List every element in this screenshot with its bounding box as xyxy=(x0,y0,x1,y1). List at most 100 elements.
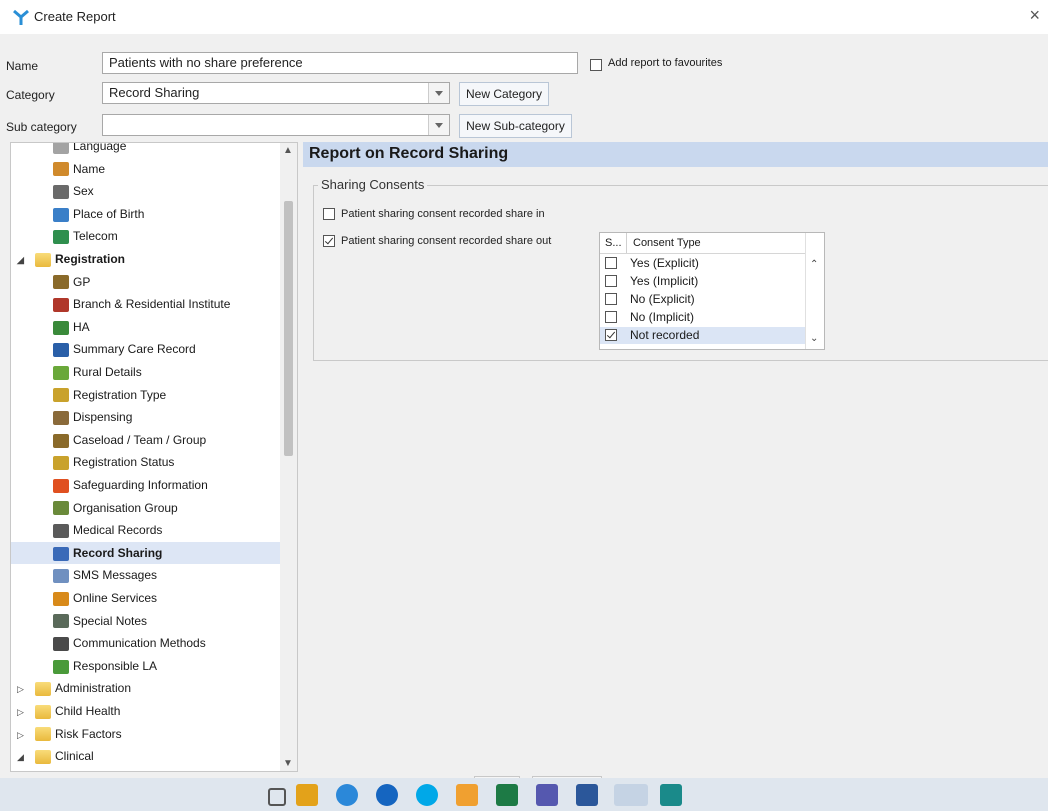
form-icon xyxy=(53,388,69,403)
consent-checkbox[interactable] xyxy=(605,329,617,341)
window-title: Create Report xyxy=(34,9,116,24)
list-item[interactable]: No (Implicit) xyxy=(600,309,806,326)
tree-item-label: Summary Care Record xyxy=(73,342,196,357)
share-in-checkbox[interactable] xyxy=(323,208,335,221)
app-logo-icon xyxy=(13,9,29,25)
task-view-icon[interactable] xyxy=(268,788,286,806)
share-out-checkbox[interactable] xyxy=(323,235,335,248)
outlook-icon[interactable] xyxy=(456,784,478,806)
tree-item-communication-methods[interactable]: Communication Methods xyxy=(53,632,206,654)
file-explorer-icon[interactable] xyxy=(296,784,318,806)
chevron-down-icon[interactable] xyxy=(428,115,449,135)
tree-item-caseload-team-group[interactable]: Caseload / Team / Group xyxy=(53,429,206,451)
tree-item-registration-type[interactable]: Registration Type xyxy=(53,384,166,406)
share-in-option[interactable]: Patient sharing consent recorded share i… xyxy=(323,208,545,221)
chevron-down-icon[interactable]: ⌄ xyxy=(810,333,818,344)
subcategory-select[interactable] xyxy=(102,114,450,136)
app-icon[interactable] xyxy=(660,784,682,806)
tree-scrollbar[interactable]: ▲ ▼ xyxy=(280,143,297,771)
tree-item-online-services[interactable]: Online Services xyxy=(53,587,157,609)
column-header-consent-type[interactable]: Consent Type xyxy=(626,233,701,253)
new-category-button[interactable]: New Category xyxy=(459,82,549,106)
tree-item-name[interactable]: Name xyxy=(53,158,105,180)
tree-item-risk-factors[interactable]: ▷ Risk Factors xyxy=(17,723,122,745)
tree-item-registration-status[interactable]: Registration Status xyxy=(53,451,174,473)
share-out-option[interactable]: Patient sharing consent recorded share o… xyxy=(323,235,551,248)
name-input[interactable]: Patients with no share preference xyxy=(102,52,578,74)
list-item[interactable]: No (Explicit) xyxy=(600,291,806,308)
bottle-icon xyxy=(53,411,69,426)
tree-item-child-health[interactable]: ▷ Child Health xyxy=(17,700,120,722)
tree-item-responsible-la[interactable]: Responsible LA xyxy=(53,655,157,677)
scrollbar-thumb[interactable] xyxy=(284,201,293,456)
tree-item-label: Record Sharing xyxy=(73,545,163,560)
tree-item-rural-details[interactable]: Rural Details xyxy=(53,361,142,383)
favourites-checkbox[interactable] xyxy=(590,57,602,71)
collapsed-arrow-icon[interactable]: ▷ xyxy=(17,724,29,746)
consent-checkbox[interactable] xyxy=(605,311,617,323)
browser-icon[interactable] xyxy=(376,784,398,806)
chevron-up-icon[interactable]: ⌃ xyxy=(810,259,818,270)
column-header-selected[interactable]: S... xyxy=(605,233,622,253)
tree-item-special-notes[interactable]: Special Notes xyxy=(53,610,147,632)
tree-item-record-sharing[interactable]: Record Sharing xyxy=(11,541,297,564)
edge-icon[interactable] xyxy=(336,784,358,806)
tree-item-ha[interactable]: HA xyxy=(53,316,90,338)
consent-type-list[interactable]: S... Consent Type Yes (Explicit) Yes (Imp… xyxy=(599,232,825,350)
emis-app-icon[interactable] xyxy=(614,784,648,806)
tree-item-branch-residential-institute[interactable]: Branch & Residential Institute xyxy=(53,293,230,315)
tree-item-label: Risk Factors xyxy=(55,726,122,741)
pen-icon xyxy=(53,637,69,652)
close-icon[interactable]: × xyxy=(1029,5,1040,26)
tree-item-dispensing[interactable]: Dispensing xyxy=(53,406,132,428)
excel-icon[interactable] xyxy=(496,784,518,806)
tree-item-label: Registration xyxy=(55,252,126,266)
category-tree[interactable]: Language Name Sex Place of Birth Telecom ◢ Reg… xyxy=(10,142,298,772)
tree-item-administration[interactable]: ▷ Administration xyxy=(17,677,131,699)
tree-item-organisation-group[interactable]: Organisation Group xyxy=(53,497,178,519)
form-icon xyxy=(53,456,69,471)
word-icon[interactable] xyxy=(576,784,598,806)
collapsed-arrow-icon[interactable]: ▷ xyxy=(17,678,29,700)
teams-icon[interactable] xyxy=(536,784,558,806)
tree-item-telecom[interactable]: Telecom xyxy=(53,225,118,247)
list-scrollbar[interactable]: ⌃ ⌄ xyxy=(805,233,824,349)
collapsed-arrow-icon[interactable]: ▷ xyxy=(17,701,29,723)
list-item[interactable]: Yes (Implicit) xyxy=(600,273,806,290)
scroll-down-icon[interactable]: ▼ xyxy=(283,758,293,769)
consent-checkbox[interactable] xyxy=(605,293,617,305)
tree-item-language[interactable]: Language xyxy=(53,143,126,157)
tree-item-summary-care-record[interactable]: Summary Care Record xyxy=(53,338,196,360)
favourites-check-icon[interactable] xyxy=(590,58,602,71)
tree-item-safeguarding-information[interactable]: Safeguarding Information xyxy=(53,474,208,496)
person-icon xyxy=(53,275,69,290)
tree-item-gp[interactable]: GP xyxy=(53,271,90,293)
tree-item-medical-records[interactable]: Medical Records xyxy=(53,519,162,541)
panel-title: Report on Record Sharing xyxy=(309,145,509,162)
tree-item-label: Dispensing xyxy=(73,410,133,425)
new-subcategory-button[interactable]: New Sub-category xyxy=(459,114,572,138)
consent-checkbox[interactable] xyxy=(605,257,617,269)
category-select[interactable]: Record Sharing xyxy=(102,82,450,104)
consent-label: Yes (Implicit) xyxy=(630,274,699,288)
building-icon xyxy=(53,298,69,313)
expanded-arrow-icon[interactable]: ◢ xyxy=(17,746,29,768)
tree-item-label: Organisation Group xyxy=(73,500,178,515)
organisation-icon xyxy=(53,501,69,516)
skype-icon[interactable] xyxy=(416,784,438,806)
online-icon xyxy=(53,591,69,606)
tree-item-clinical[interactable]: ◢ Clinical xyxy=(17,745,94,767)
tree-item-registration[interactable]: ◢ Registration xyxy=(17,248,125,270)
chevron-down-icon[interactable] xyxy=(428,83,449,103)
list-item[interactable]: Yes (Explicit) xyxy=(600,255,806,272)
tree-item-sex[interactable]: Sex xyxy=(53,180,94,202)
tree-item-place-of-birth[interactable]: Place of Birth xyxy=(53,203,144,225)
tree-item-sms-messages[interactable]: SMS Messages xyxy=(53,564,157,586)
panel-header: Report on Record Sharing xyxy=(303,142,1048,167)
language-icon xyxy=(53,143,69,154)
list-item[interactable]: Not recorded xyxy=(600,327,806,344)
consent-checkbox[interactable] xyxy=(605,275,617,287)
scroll-up-icon[interactable]: ▲ xyxy=(283,145,293,156)
expanded-arrow-icon[interactable]: ◢ xyxy=(17,249,29,271)
tree-item-label: Rural Details xyxy=(73,365,142,379)
